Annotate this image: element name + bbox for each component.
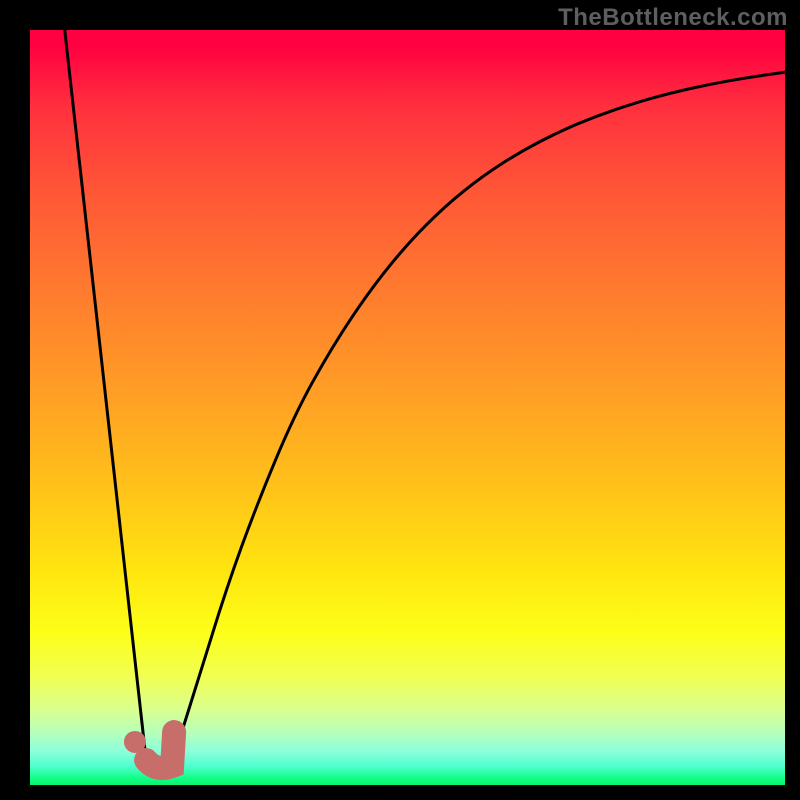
curve-left [65,30,146,755]
plot-area [30,30,785,785]
curve-right [173,72,785,758]
watermark-text: TheBottleneck.com [558,4,788,32]
marker-hook [146,732,174,768]
curve-overlay [30,30,785,785]
chart-frame: TheBottleneck.com [0,0,800,800]
